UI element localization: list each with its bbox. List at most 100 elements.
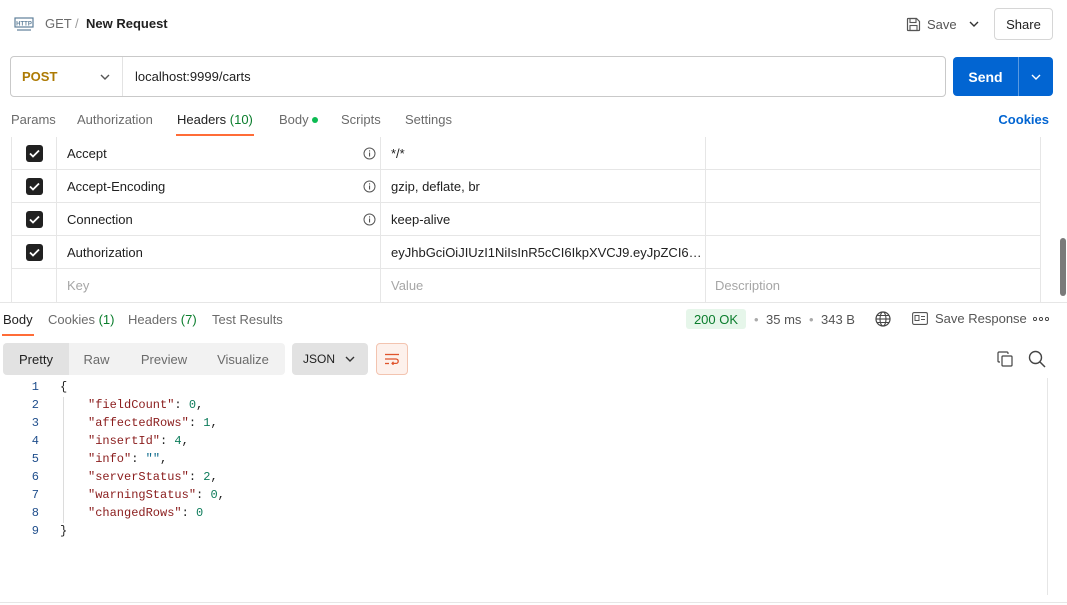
editor-scrollbar-track[interactable]: [1047, 378, 1048, 595]
save-response-label: Save Response: [935, 311, 1027, 326]
http-request-icon: HTTP: [14, 17, 34, 31]
chevron-down-icon: [969, 21, 979, 27]
info-icon[interactable]: [363, 147, 376, 160]
save-response-button[interactable]: Save Response: [912, 311, 1027, 326]
info-icon[interactable]: [363, 180, 376, 193]
code-text: }: [60, 524, 68, 538]
status-badge[interactable]: 200 OK: [686, 309, 746, 329]
header-value[interactable]: eyJhbGciOiJIUzI1NiIsInR5cCI6IkpXVCJ9.eyJ…: [381, 236, 706, 269]
send-button-group: Send: [953, 57, 1053, 96]
meta-separator: •: [754, 312, 759, 327]
response-tab-test-results[interactable]: Test Results: [212, 312, 283, 327]
header-value[interactable]: keep-alive: [381, 203, 706, 236]
save-options-button[interactable]: [962, 9, 986, 39]
request-tabs: Params Authorization Headers (10) Body S…: [0, 104, 1067, 136]
pane-divider[interactable]: [0, 302, 1067, 303]
response-tab-headers-label: Headers: [128, 312, 178, 327]
send-options-button[interactable]: [1019, 57, 1053, 96]
code-line: 6 "serverStatus": 2,: [0, 468, 1046, 486]
response-tab-cookies[interactable]: Cookies (1): [48, 312, 114, 327]
header-value[interactable]: gzip, deflate, br: [381, 170, 706, 203]
tab-authorization[interactable]: Authorization: [77, 112, 153, 127]
new-header-value-input[interactable]: Value: [381, 269, 706, 302]
breadcrumb-separator: /: [75, 16, 79, 31]
response-time[interactable]: 35 ms: [766, 312, 801, 327]
header-description[interactable]: [706, 236, 1040, 269]
request-name[interactable]: New Request: [86, 16, 168, 31]
tab-params[interactable]: Params: [11, 112, 56, 127]
info-icon[interactable]: [363, 213, 376, 226]
method-select[interactable]: POST: [11, 57, 123, 96]
header-checkbox[interactable]: [25, 211, 43, 228]
check-icon: [28, 182, 40, 191]
body-indicator-dot: [311, 116, 318, 123]
chevron-down-icon: [345, 356, 355, 362]
tab-scripts[interactable]: Scripts: [341, 112, 381, 127]
json-key: "changedRows": [88, 506, 182, 520]
copy-icon[interactable]: [997, 351, 1013, 367]
json-value: 0: [196, 506, 204, 520]
view-tab-visualize[interactable]: Visualize: [206, 343, 280, 375]
header-key[interactable]: Accept: [57, 137, 381, 170]
response-size[interactable]: 343 B: [821, 312, 855, 327]
tab-body[interactable]: Body: [279, 112, 318, 127]
view-tab-raw[interactable]: Raw: [69, 343, 124, 375]
check-icon: [28, 149, 40, 158]
tab-headers[interactable]: Headers (10): [177, 112, 253, 127]
active-response-tab-indicator: [2, 334, 34, 336]
line-number: 6: [31, 470, 39, 484]
format-select[interactable]: JSON: [292, 343, 368, 375]
globe-icon[interactable]: [875, 311, 891, 327]
header-checkbox[interactable]: [25, 244, 43, 261]
code-line: 5 "info": "",: [0, 450, 1046, 468]
cookies-link[interactable]: Cookies: [998, 112, 1049, 127]
header-key[interactable]: Authorization: [57, 236, 381, 269]
response-view-tabs: Pretty Raw Preview Visualize: [3, 343, 285, 375]
header-description[interactable]: [706, 203, 1040, 236]
json-value: 4: [174, 434, 182, 448]
save-icon: [906, 17, 921, 31]
header-checkbox[interactable]: [25, 145, 43, 162]
response-tab-body[interactable]: Body: [3, 312, 33, 327]
json-value: "": [145, 452, 161, 466]
status-bar-divider: [0, 602, 1067, 603]
header-checkbox[interactable]: [25, 178, 43, 195]
url-bar: POST: [10, 56, 946, 97]
response-cookies-count: (1): [98, 312, 115, 327]
view-tab-preview[interactable]: Preview: [128, 343, 200, 375]
search-icon[interactable]: [1028, 350, 1046, 368]
save-label: Save: [927, 16, 957, 32]
json-key: "serverStatus": [88, 470, 189, 484]
code-text: {: [60, 380, 68, 394]
save-button[interactable]: Save: [900, 9, 960, 39]
tab-settings[interactable]: Settings: [405, 112, 452, 127]
view-tab-pretty[interactable]: Pretty: [3, 343, 69, 375]
header-value[interactable]: */*: [381, 137, 706, 170]
svg-text:HTTP: HTTP: [16, 22, 32, 28]
check-icon: [28, 215, 40, 224]
method-value: POST: [22, 69, 58, 84]
json-key: "insertId": [88, 434, 161, 448]
line-number: 7: [31, 488, 39, 502]
header-key[interactable]: Accept-Encoding: [57, 170, 381, 203]
active-tab-indicator: [176, 134, 254, 136]
header-description[interactable]: [706, 137, 1040, 170]
response-tab-headers[interactable]: Headers (7): [128, 312, 197, 327]
header-key[interactable]: Connection: [57, 203, 381, 236]
scrollbar-thumb[interactable]: [1060, 238, 1066, 296]
json-key: "info": [88, 452, 132, 466]
wrap-lines-button[interactable]: [376, 343, 408, 375]
breadcrumb-method[interactable]: GET: [45, 16, 72, 31]
new-header-description-input[interactable]: Description: [706, 269, 1040, 302]
new-header-key-input[interactable]: Key: [57, 269, 381, 302]
url-input[interactable]: [123, 57, 945, 96]
wrap-lines-icon: [385, 353, 399, 365]
header-description[interactable]: [706, 170, 1040, 203]
more-options-icon[interactable]: [1033, 317, 1049, 321]
share-button[interactable]: Share: [994, 8, 1053, 40]
table-row: Connection keep-alive: [12, 203, 1040, 236]
json-value: 0: [188, 398, 197, 412]
tab-headers-label: Headers: [177, 112, 227, 127]
line-number: 3: [31, 416, 39, 430]
send-button[interactable]: Send: [953, 57, 1019, 96]
